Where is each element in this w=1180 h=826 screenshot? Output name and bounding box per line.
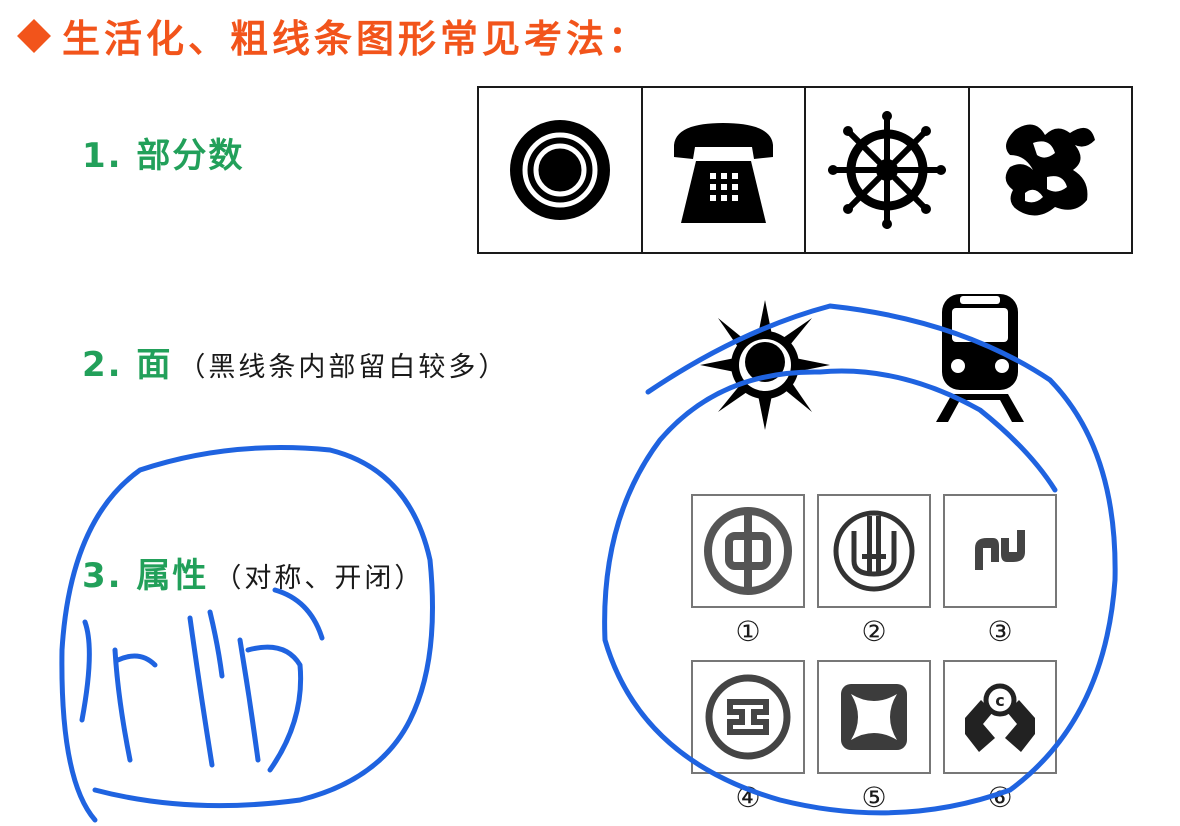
ink-handwriting-7 [245, 644, 304, 773]
strip-cell-telephone [643, 88, 806, 252]
logo-6: c [943, 660, 1057, 774]
logo-number-3: ③ [987, 615, 1013, 648]
slide-title: 生活化、粗线条图形常见考法： [17, 8, 651, 63]
icon-strip [477, 86, 1133, 254]
logo-number-5: ⑤ [861, 781, 887, 814]
telephone-icon [673, 123, 773, 223]
logo-number-1: ① [735, 615, 761, 648]
ccb-logo-icon: c [965, 683, 1035, 752]
ink-handwriting-3 [115, 653, 158, 668]
ink-handwriting-1 [79, 619, 92, 723]
bank-of-china-logo-icon [704, 507, 792, 595]
ink-handwriting-5 [207, 609, 225, 679]
train-icon [936, 294, 1024, 422]
square-star-logo-icon [841, 684, 907, 750]
item-2-note: （黑线条内部留白较多） [178, 352, 509, 383]
svg-text:c: c [995, 691, 1004, 710]
logo-3 [943, 494, 1057, 608]
ornament-icon [1005, 124, 1096, 216]
ink-handwriting-4 [187, 615, 215, 768]
item-3-label: 3. 属性 [82, 556, 209, 596]
strip-cell-ornament [970, 88, 1132, 252]
logo-1 [691, 494, 805, 608]
ink-handwriting-8 [272, 587, 325, 641]
item-1: 1. 部分数 [82, 128, 244, 177]
logo-5 [817, 660, 931, 774]
item-2-label: 2. 面 [82, 345, 173, 385]
strip-cell-target [479, 88, 643, 252]
agricultural-bank-logo-icon [833, 510, 915, 592]
ink-left-circle [59, 445, 435, 823]
item-2: 2. 面（黑线条内部留白较多） [82, 337, 508, 386]
ink-handwriting-6 [237, 637, 261, 763]
item-3-note: （对称、开闭） [214, 563, 425, 594]
item-1-label: 1. 部分数 [82, 136, 245, 176]
slide-title-text: 生活化、粗线条图形常见考法： [62, 17, 651, 61]
target-icon [509, 120, 610, 220]
logo-4 [691, 660, 805, 774]
strip-cell-wheel [806, 88, 970, 252]
logo-number-2: ② [861, 615, 887, 648]
ship-wheel-icon [827, 111, 946, 229]
diamond-bullet-icon [17, 19, 51, 53]
slide: 生活化、粗线条图形常见考法： 1. 部分数 2. 面（黑线条内部留白较多） 3.… [0, 0, 1180, 826]
spd-bank-logo-icon [975, 530, 1025, 570]
logo-number-6: ⑥ [987, 781, 1013, 814]
logo-2 [817, 494, 931, 608]
ink-handwriting-2 [112, 647, 133, 763]
icbc-logo-icon [705, 674, 791, 760]
logo-number-4: ④ [735, 781, 761, 814]
sun-icon [700, 300, 830, 430]
item-3: 3. 属性 （对称、开闭） [82, 548, 424, 597]
